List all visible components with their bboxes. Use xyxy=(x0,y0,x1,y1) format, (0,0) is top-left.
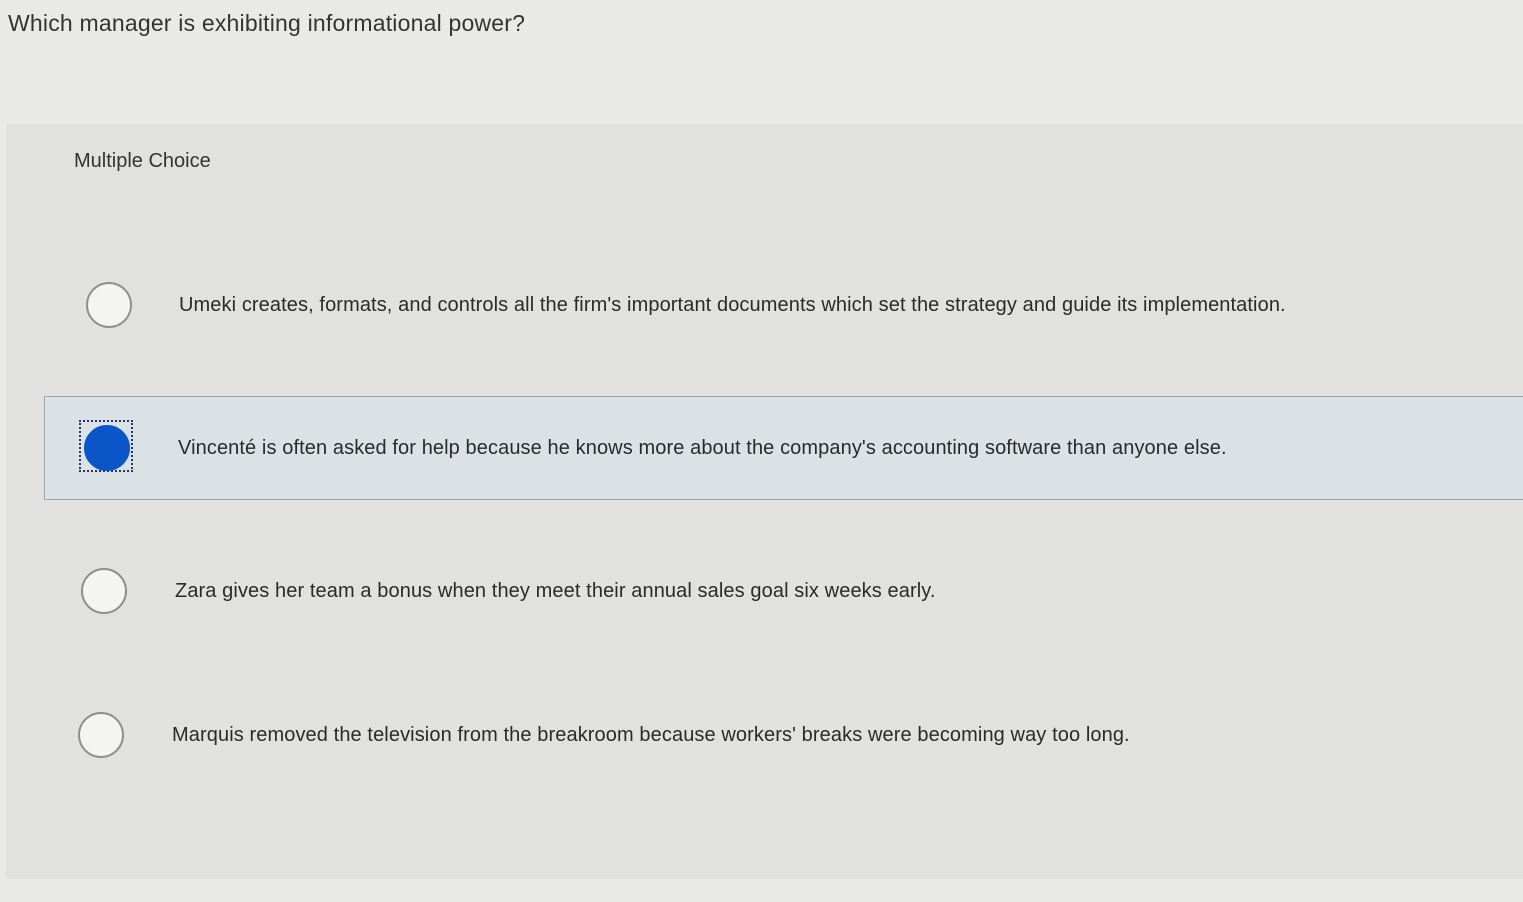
radio-button-2[interactable] xyxy=(79,420,133,472)
radio-button-1[interactable] xyxy=(86,282,132,328)
radio-button-3[interactable] xyxy=(81,568,127,614)
radio-circle-icon xyxy=(78,712,124,758)
answer-option-text-4: Marquis removed the television from the … xyxy=(172,724,1130,746)
radio-selected-icon xyxy=(84,425,130,471)
answer-option-text-2: Vincenté is often asked for help because… xyxy=(178,437,1227,459)
answer-option-1[interactable]: Umeki creates, formats, and controls all… xyxy=(44,254,1523,358)
question-type-label: Multiple Choice xyxy=(74,150,211,172)
answer-option-2[interactable]: Vincenté is often asked for help because… xyxy=(44,396,1523,500)
radio-circle-icon xyxy=(86,282,132,328)
answer-option-text-3: Zara gives her team a bonus when they me… xyxy=(175,580,936,602)
radio-circle-icon xyxy=(81,568,127,614)
answer-option-text-1: Umeki creates, formats, and controls all… xyxy=(179,294,1286,316)
radio-button-4[interactable] xyxy=(78,712,124,758)
answer-option-3[interactable]: Zara gives her team a bonus when they me… xyxy=(44,540,1523,644)
answer-option-4[interactable]: Marquis removed the television from the … xyxy=(44,684,1523,788)
question-text: Which manager is exhibiting informationa… xyxy=(8,10,526,36)
